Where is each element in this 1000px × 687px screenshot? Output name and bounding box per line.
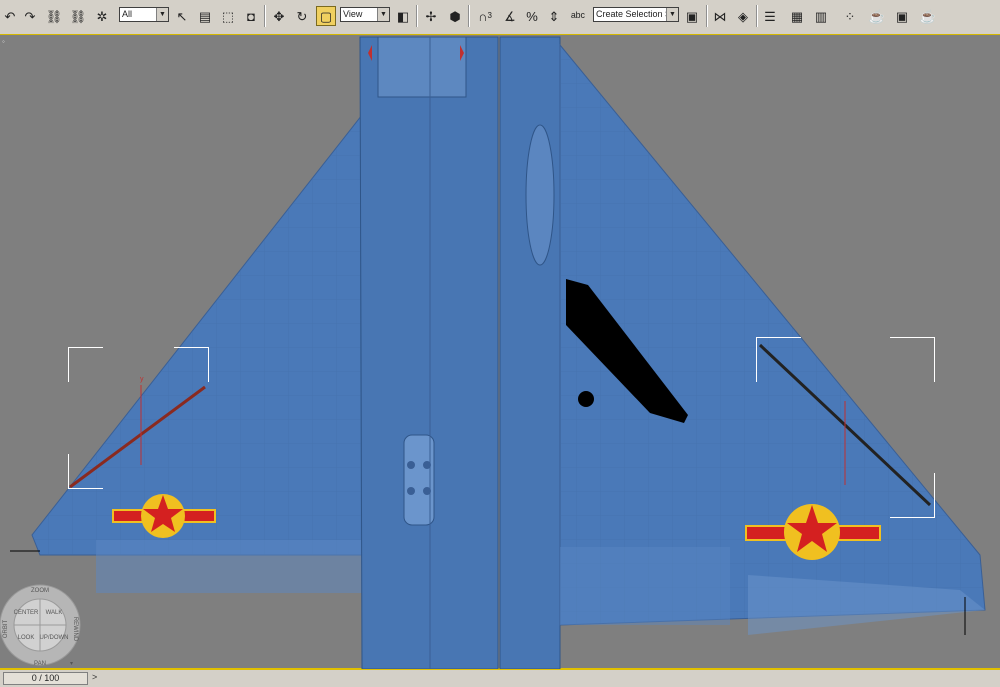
main-toolbar: ↶ ↷ ⛓ ⛓ ✲ All ▼ ↖ ▤ ⬚ ◘ ✥ ↻ ▢ View ▼ ◧ ✢ ⬢… [0, 0, 1000, 35]
keyboard-shortcut-icon[interactable]: ⬢ [445, 6, 465, 26]
gear-detail [407, 461, 415, 469]
gear-detail [407, 487, 415, 495]
window-crossing-icon[interactable]: ◘ [241, 6, 261, 26]
mirror-icon[interactable]: ⋈ [710, 6, 730, 26]
time-slider-value: 0 / 100 [31, 673, 60, 683]
snap-number: 3 [487, 11, 492, 20]
wheel-look[interactable]: LOOK [18, 635, 35, 641]
right-fuselage-pod [525, 124, 555, 266]
selection-bracket [174, 347, 209, 382]
chevron-down-icon: ▼ [156, 8, 168, 21]
manipulate-icon[interactable]: ✢ [421, 6, 441, 26]
named-sel-sets-icon[interactable]: ▣ [682, 6, 702, 26]
chevron-down-icon: ▼ [666, 8, 678, 21]
select-object-icon[interactable]: ↖ [172, 6, 192, 26]
render-setup-icon[interactable]: ☕ [867, 6, 887, 26]
selection-bracket [68, 347, 103, 382]
schematic-view-icon[interactable]: ▥ [811, 6, 831, 26]
angle-snap-icon[interactable]: ∡ [500, 6, 520, 26]
time-slider-bar: 0 / 100 > [0, 670, 1000, 687]
wheel-updown[interactable]: UP/DOWN [40, 635, 69, 641]
left-wing-panel-lines [32, 115, 362, 555]
perspective-viewport[interactable]: ◦ y ZOOM PAN CENTER WALK LOOK UP/DOWN RE… [0, 34, 1000, 670]
time-slider[interactable]: 0 / 100 [3, 672, 88, 685]
select-and-link-icon[interactable]: ⛓ [44, 6, 64, 26]
unlink-icon[interactable]: ⛓ [68, 6, 88, 26]
curve-editor-icon[interactable]: ▦ [787, 6, 807, 26]
chevron-down-icon: ▼ [377, 8, 389, 21]
wheel-pan[interactable]: PAN [34, 661, 46, 667]
align-icon[interactable]: ◈ [733, 6, 753, 26]
material-editor-icon[interactable]: ⁘ [840, 6, 860, 26]
next-frame-icon[interactable]: > [92, 672, 97, 682]
select-by-name-icon[interactable]: ▤ [195, 6, 215, 26]
reference-coord-dropdown[interactable]: View ▼ [340, 7, 390, 22]
undo-icon[interactable]: ↶ [0, 6, 20, 26]
wheel-walk[interactable]: WALK [46, 610, 63, 616]
selection-bracket [68, 454, 103, 489]
toolbar-separator [706, 5, 708, 27]
select-rotate-icon[interactable]: ↻ [292, 6, 312, 26]
wheel-orbit[interactable]: ORBIT [3, 620, 9, 639]
right-flap [560, 547, 730, 625]
selection-bracket [890, 473, 935, 518]
named-selection-dropdown[interactable]: Create Selection Set ▼ [593, 7, 679, 22]
rect-region-icon[interactable]: ⬚ [218, 6, 238, 26]
aircraft-model [10, 36, 986, 669]
render-icon[interactable]: ☕ [918, 6, 938, 26]
snap-icon[interactable]: ∩ 3 [472, 6, 498, 26]
intake-left [377, 36, 467, 98]
wheel-menu-icon[interactable]: ▾ [70, 661, 73, 667]
spinner-snap-icon[interactable]: ⇕ [544, 6, 564, 26]
wheel-rewind[interactable]: REWIND [72, 617, 78, 642]
selection-bracket [756, 337, 801, 382]
wheel-zoom[interactable]: ZOOM [31, 588, 49, 594]
toolbar-separator [468, 5, 470, 27]
pivot-icon[interactable]: ◧ [393, 6, 413, 26]
toolbar-separator [264, 5, 266, 27]
select-scale-icon[interactable]: ▢ [316, 6, 336, 26]
selection-filter-dropdown[interactable]: All ▼ [119, 7, 169, 22]
selection-bracket [890, 337, 935, 382]
select-move-icon[interactable]: ✥ [269, 6, 289, 26]
redo-icon[interactable]: ↷ [20, 6, 40, 26]
toolbar-separator [416, 5, 418, 27]
left-fuselage [359, 36, 499, 669]
right-fuselage [499, 36, 561, 669]
percent-snap-icon[interactable]: % [522, 6, 542, 26]
left-flap [96, 540, 362, 593]
bind-space-warp-icon[interactable]: ✲ [92, 6, 112, 26]
y-axis-label: y [140, 376, 144, 383]
wheel-center[interactable]: CENTER [14, 610, 39, 616]
toolbar-separator [756, 5, 758, 27]
missing-texture-dot [578, 391, 594, 407]
selection-filter-value: All [122, 9, 133, 19]
reference-coord-value: View [343, 9, 363, 19]
rendered-frame-icon[interactable]: ▣ [892, 6, 912, 26]
steering-wheel-widget[interactable]: ZOOM PAN CENTER WALK LOOK UP/DOWN REWIND… [0, 579, 82, 669]
edit-named-sel-icon[interactable]: ᵃᵇᶜ [568, 6, 588, 26]
layer-manager-icon[interactable]: ☰ [760, 6, 780, 26]
